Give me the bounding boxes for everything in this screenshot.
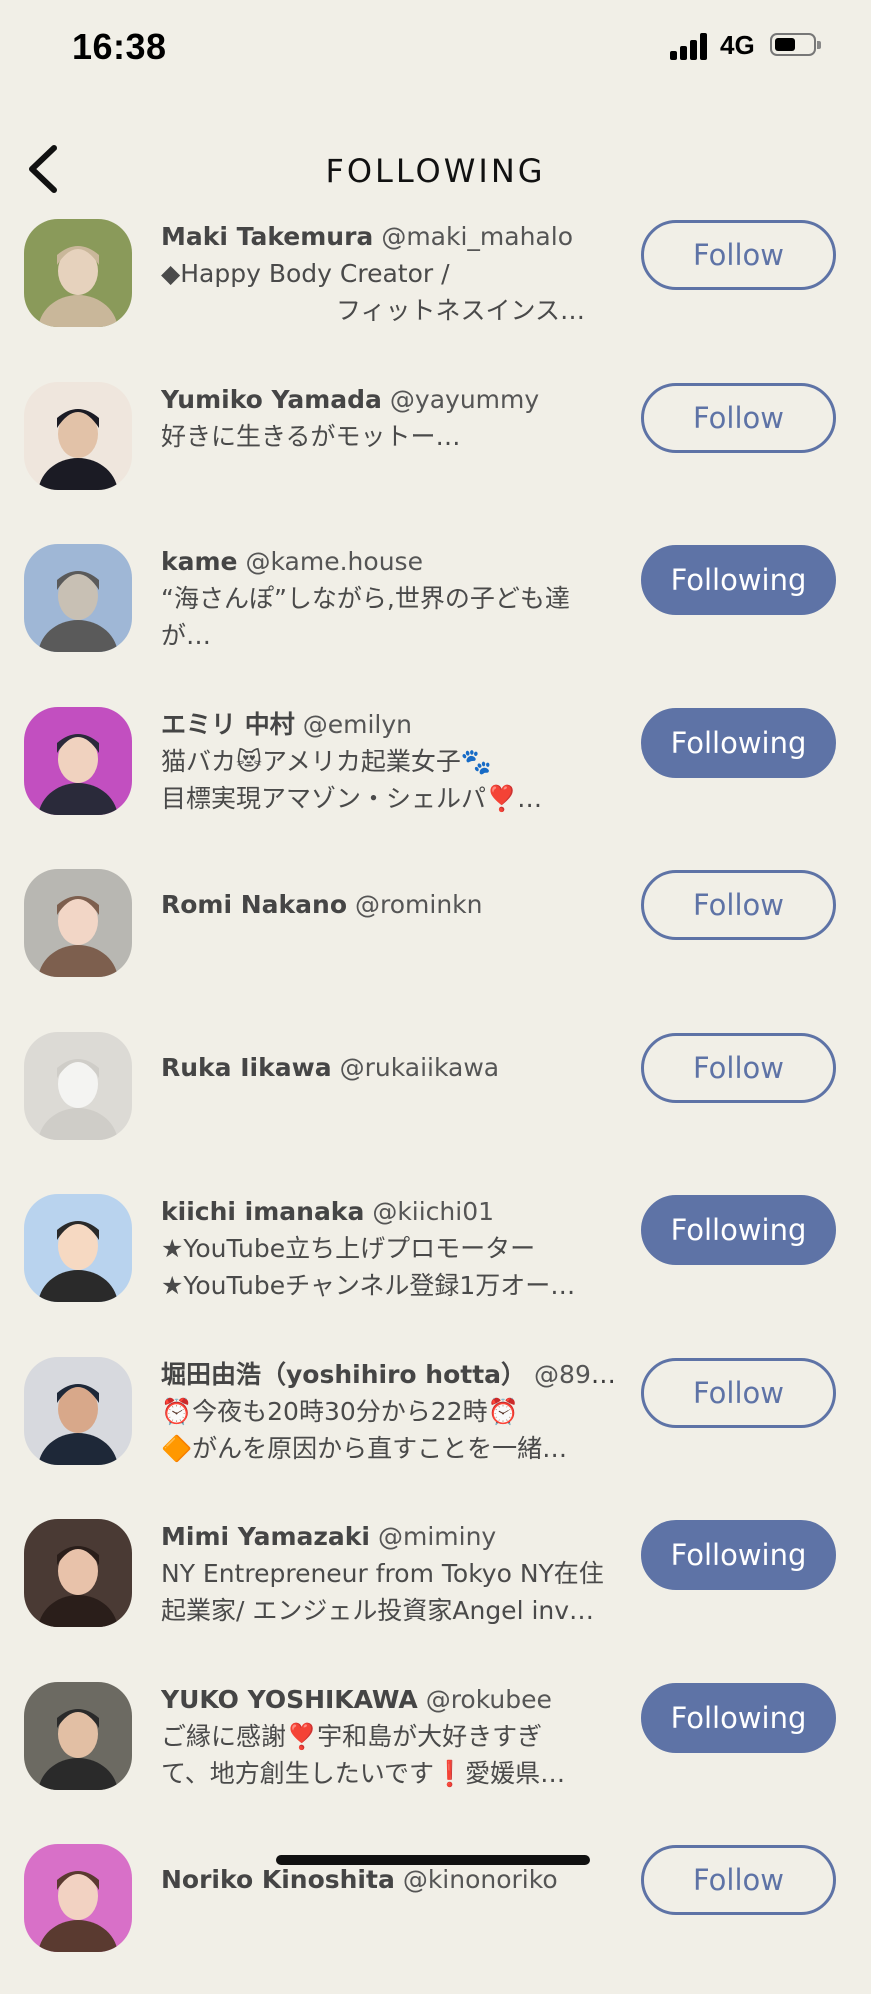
following-button[interactable]: Following: [641, 1520, 836, 1590]
user-bio: ★YouTube立ち上げプロモーター ★YouTubeチャンネル登録1万オー…: [161, 1234, 576, 1300]
user-name[interactable]: 堀田由浩（yoshihiro hotta）: [161, 1360, 526, 1389]
user-handle: @miminy: [377, 1522, 497, 1551]
user-name[interactable]: Mimi Yamazaki: [161, 1522, 370, 1551]
avatar[interactable]: [24, 1032, 132, 1140]
user-info: Yumiko Yamada @yayummy 好きに生きるがモットー…: [161, 382, 621, 455]
user-name-line: Yumiko Yamada @yayummy: [161, 382, 621, 418]
user-handle: @kame.house: [245, 547, 423, 576]
user-name-line: Romi Nakano @rominkn: [161, 887, 621, 923]
user-name[interactable]: kame: [161, 547, 238, 576]
user-info: エミリ 中村 @emilyn 猫バカ😻アメリカ起業女子🐾 目標実現アマゾン・シェルパ…: [161, 707, 621, 817]
avatar[interactable]: [24, 869, 132, 977]
user-row[interactable]: Maki Takemura @maki_mahalo ◆Happy Body Cre…: [0, 219, 871, 369]
user-handle: @emilyn: [302, 710, 412, 739]
user-bio: NY Entrepreneur from Tokyo NY在住 起業家/ エンジ…: [161, 1559, 604, 1625]
user-handle: @yayummy: [389, 385, 540, 414]
user-info: Romi Nakano @rominkn: [161, 887, 621, 923]
avatar[interactable]: [24, 382, 132, 490]
avatar[interactable]: [24, 1194, 132, 1302]
user-name-line: YUKO YOSHIKAWA @rokubee: [161, 1682, 621, 1718]
user-handle: @maki_mahalo: [381, 222, 573, 251]
user-name-line: 堀田由浩（yoshihiro hotta） @898…: [161, 1357, 621, 1393]
user-row[interactable]: Romi Nakano @rominkn Follow: [0, 869, 871, 1019]
avatar[interactable]: [24, 707, 132, 815]
user-info: kame @kame.house “海さんぽ”しながら,世界の子ども達 が…: [161, 544, 621, 654]
avatar[interactable]: [24, 544, 132, 652]
user-name[interactable]: Noriko Kinoshita: [161, 1865, 395, 1894]
status-bar: 16:38 4G: [0, 0, 871, 96]
follow-button[interactable]: Follow: [641, 870, 836, 940]
user-name[interactable]: Yumiko Yamada: [161, 385, 382, 414]
user-row[interactable]: YUKO YOSHIKAWA @rokubee ご縁に感謝❣️宇和島が大好きすぎ て…: [0, 1682, 871, 1832]
avatar[interactable]: [24, 1844, 132, 1952]
user-row[interactable]: Ruka Iikawa @rukaiikawa Follow: [0, 1032, 871, 1182]
user-bio: “海さんぽ”しながら,世界の子ども達 が…: [161, 584, 570, 650]
user-name[interactable]: Maki Takemura: [161, 222, 373, 251]
battery-icon: [770, 33, 821, 56]
user-row[interactable]: エミリ 中村 @emilyn 猫バカ😻アメリカ起業女子🐾 目標実現アマゾン・シェルパ…: [0, 707, 871, 857]
follow-button[interactable]: Follow: [641, 220, 836, 290]
user-bio: ◆Happy Body Creator / フィットネスインス…: [161, 259, 586, 325]
user-row[interactable]: Mimi Yamazaki @miminy NY Entrepreneur from…: [0, 1519, 871, 1669]
user-name-line: kiichi imanaka @kiichi01: [161, 1194, 621, 1230]
follow-button[interactable]: Follow: [641, 1845, 836, 1915]
following-button[interactable]: Following: [641, 1195, 836, 1265]
following-button[interactable]: Following: [641, 708, 836, 778]
avatar[interactable]: [24, 1519, 132, 1627]
user-name-line: エミリ 中村 @emilyn: [161, 707, 621, 743]
user-bio: 猫バカ😻アメリカ起業女子🐾 目標実現アマゾン・シェルパ❣️…: [161, 747, 543, 813]
user-row[interactable]: kiichi imanaka @kiichi01 ★YouTube立ち上げプロモータ…: [0, 1194, 871, 1344]
user-name[interactable]: エミリ 中村: [161, 710, 295, 739]
user-row[interactable]: 堀田由浩（yoshihiro hotta） @898… ⏰今夜も20時30分から22…: [0, 1357, 871, 1507]
user-name-line: Noriko Kinoshita @kinonoriko: [161, 1862, 621, 1898]
signal-strength-icon: [670, 32, 710, 60]
page-title: FOLLOWING: [325, 152, 546, 190]
follow-button[interactable]: Follow: [641, 1358, 836, 1428]
user-name[interactable]: Romi Nakano: [161, 890, 347, 919]
follow-button[interactable]: Follow: [641, 383, 836, 453]
user-row[interactable]: Noriko Kinoshita @kinonoriko Follow: [0, 1844, 871, 1994]
follow-button[interactable]: Follow: [641, 1033, 836, 1103]
user-handle: @rokubee: [425, 1685, 552, 1714]
avatar[interactable]: [24, 219, 132, 327]
user-name-line: kame @kame.house: [161, 544, 621, 580]
user-handle: @898…: [534, 1360, 621, 1389]
user-info: Ruka Iikawa @rukaiikawa: [161, 1050, 621, 1086]
user-name[interactable]: YUKO YOSHIKAWA: [161, 1685, 418, 1714]
user-handle: @rominkn: [355, 890, 483, 919]
home-indicator: [276, 1855, 590, 1865]
user-info: YUKO YOSHIKAWA @rokubee ご縁に感謝❣️宇和島が大好きすぎ て…: [161, 1682, 621, 1792]
user-info: Maki Takemura @maki_mahalo ◆Happy Body Cre…: [161, 219, 621, 329]
status-time: 16:38: [72, 26, 167, 67]
following-button[interactable]: Following: [641, 545, 836, 615]
user-handle: @kiichi01: [372, 1197, 495, 1226]
user-info: Mimi Yamazaki @miminy NY Entrepreneur from…: [161, 1519, 621, 1629]
navigation-bar: FOLLOWING: [0, 130, 871, 210]
user-handle: @kinonoriko: [402, 1865, 558, 1894]
user-name-line: Mimi Yamazaki @miminy: [161, 1519, 621, 1555]
following-button[interactable]: Following: [641, 1683, 836, 1753]
user-info: 堀田由浩（yoshihiro hotta） @898… ⏰今夜も20時30分から22…: [161, 1357, 621, 1467]
user-name-line: Ruka Iikawa @rukaiikawa: [161, 1050, 621, 1086]
avatar[interactable]: [24, 1357, 132, 1465]
user-name[interactable]: Ruka Iikawa: [161, 1053, 332, 1082]
avatar[interactable]: [24, 1682, 132, 1790]
user-row[interactable]: kame @kame.house “海さんぽ”しながら,世界の子ども達 が… Foll…: [0, 544, 871, 694]
user-name-line: Maki Takemura @maki_mahalo: [161, 219, 621, 255]
user-bio: ⏰今夜も20時30分から22時⏰ 🔶がんを原因から直すことを一緒…: [161, 1397, 568, 1463]
user-row[interactable]: Yumiko Yamada @yayummy 好きに生きるがモットー… Follow: [0, 382, 871, 532]
user-bio: ご縁に感謝❣️宇和島が大好きすぎ て、地方創生したいです❗愛媛県…: [161, 1722, 566, 1788]
user-handle: @rukaiikawa: [339, 1053, 500, 1082]
user-bio: 好きに生きるがモットー…: [161, 422, 461, 451]
user-info: Noriko Kinoshita @kinonoriko: [161, 1862, 621, 1898]
user-name[interactable]: kiichi imanaka: [161, 1197, 364, 1226]
user-info: kiichi imanaka @kiichi01 ★YouTube立ち上げプロモータ…: [161, 1194, 621, 1304]
network-type: 4G: [720, 30, 755, 60]
